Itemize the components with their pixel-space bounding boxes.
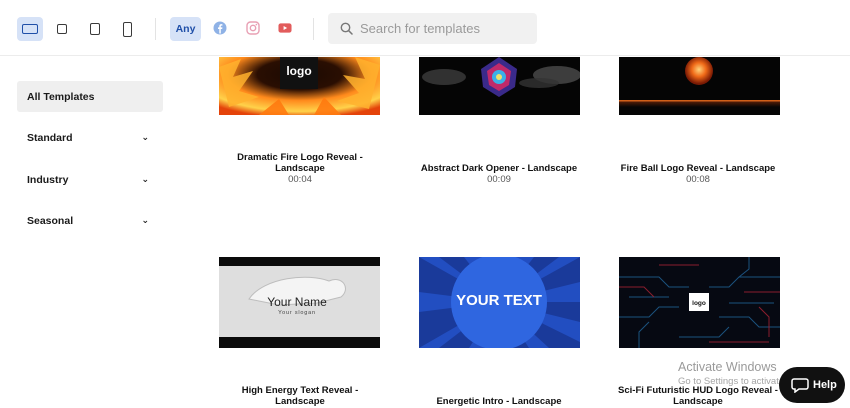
vertical-icon — [122, 21, 132, 37]
sidebar-item-seasonal[interactable]: Seasonal ⌄ — [17, 205, 163, 236]
title-line: Fire Ball Logo Reveal - Landscape — [620, 163, 776, 174]
aspect-portrait-button[interactable] — [82, 17, 108, 41]
thumb-slogan-text: Your slogan — [278, 310, 316, 316]
title-line: Landscape — [275, 396, 325, 407]
chevron-down-icon: ⌄ — [141, 174, 149, 184]
title-line: High Energy Text Reveal - — [241, 385, 359, 396]
chevron-down-icon: ⌄ — [141, 215, 149, 225]
chat-bubble-icon — [791, 378, 809, 393]
title-line: Abstract Dark Opener - Landscape — [420, 163, 578, 174]
instagram-icon[interactable] — [246, 21, 260, 35]
template-title[interactable]: Sci-Fi Futuristic HUD Logo Reveal - Land… — [603, 385, 793, 407]
template-duration: 00:09 — [487, 174, 511, 185]
activate-windows-watermark: Activate Windows — [678, 360, 777, 374]
portrait-icon — [90, 23, 100, 35]
divider — [155, 18, 156, 40]
template-title[interactable]: Dramatic Fire Logo Reveal - Landscape — [205, 152, 395, 174]
sidebar-item-all-templates[interactable]: All Templates — [17, 81, 163, 112]
title-line: Dramatic Fire Logo Reveal - — [237, 152, 363, 163]
platform-any-button[interactable]: Any — [170, 17, 201, 41]
search-input[interactable] — [360, 21, 530, 36]
template-thumbnail-fire-ball[interactable] — [619, 57, 780, 115]
thumb-logo-text: logo — [692, 300, 706, 307]
facebook-icon[interactable] — [213, 21, 227, 35]
toolbar: Any — [0, 0, 850, 56]
divider — [313, 18, 314, 40]
sidebar-item-label: Standard — [27, 131, 73, 144]
help-button[interactable]: Help — [779, 367, 845, 403]
thumb-your-text: YOUR TEXT — [456, 292, 542, 309]
search-box[interactable] — [328, 13, 537, 44]
sidebar-item-label: Industry — [27, 173, 69, 186]
thumb-logo-text: logo — [286, 64, 311, 78]
template-title[interactable]: Abstract Dark Opener - Landscape — [404, 163, 594, 174]
sidebar-item-label: Seasonal — [27, 214, 74, 227]
title-line: Landscape — [673, 396, 723, 407]
template-title[interactable]: High Energy Text Reveal - Landscape — [205, 385, 395, 407]
sidebar-item-label: All Templates — [27, 90, 95, 103]
template-thumbnail-energetic-intro[interactable]: YOUR TEXT — [419, 257, 580, 348]
youtube-icon[interactable] — [278, 21, 292, 35]
template-thumbnail-abstract-dark[interactable] — [419, 57, 580, 115]
help-label: Help — [813, 379, 837, 391]
sidebar-item-standard[interactable]: Standard ⌄ — [17, 122, 163, 153]
template-thumbnail-dramatic-fire[interactable]: logo — [219, 57, 380, 115]
template-title[interactable]: Fire Ball Logo Reveal - Landscape — [603, 163, 793, 174]
search-icon — [340, 22, 353, 35]
thumb-name-text: Your Name — [267, 295, 327, 309]
template-title[interactable]: Energetic Intro - Landscape — [404, 396, 594, 407]
aspect-square-button[interactable] — [49, 17, 75, 41]
template-thumbnail-scifi-hud[interactable]: logo — [619, 257, 780, 348]
sidebar-item-industry[interactable]: Industry ⌄ — [17, 164, 163, 195]
template-duration: 00:04 — [288, 174, 312, 185]
landscape-icon — [22, 24, 38, 34]
aspect-vertical-button[interactable] — [114, 17, 140, 41]
title-line: Landscape — [275, 163, 325, 174]
title-line: Energetic Intro - Landscape — [436, 396, 562, 407]
template-duration: 00:08 — [686, 174, 710, 185]
aspect-landscape-button[interactable] — [17, 17, 43, 41]
template-thumbnail-high-energy[interactable]: Your Name Your slogan — [219, 257, 380, 348]
chevron-down-icon: ⌄ — [141, 132, 149, 142]
square-icon — [57, 24, 67, 34]
